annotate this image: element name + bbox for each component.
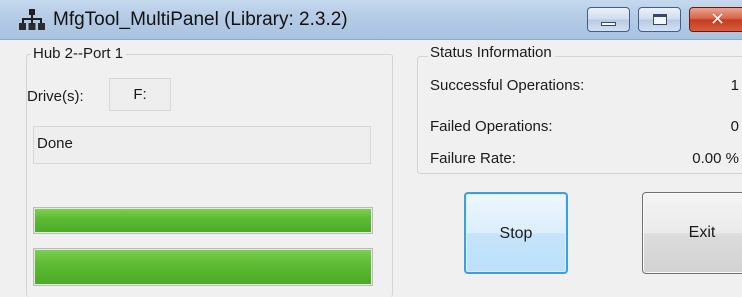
drive-label: Drive(s): bbox=[27, 88, 84, 105]
drive-value: F: bbox=[109, 78, 171, 111]
failure-rate-value: 0.00 % bbox=[692, 150, 739, 167]
maximize-button[interactable] bbox=[638, 7, 681, 32]
close-button[interactable]: ✕ bbox=[689, 7, 742, 32]
network-hub-icon bbox=[19, 9, 45, 30]
hub-port-title: Hub 2--Port 1 bbox=[31, 45, 127, 63]
maximize-icon bbox=[653, 14, 667, 25]
failed-operations-value: 0 bbox=[730, 118, 739, 135]
close-icon: ✕ bbox=[710, 9, 726, 29]
successful-operations-value: 1 bbox=[730, 77, 739, 94]
minimize-button[interactable] bbox=[587, 7, 630, 32]
overall-progress-bar bbox=[33, 248, 373, 286]
operation-progress-fill bbox=[35, 209, 371, 232]
window-title: MfgTool_MultiPanel (Library: 2.3.2) bbox=[53, 9, 348, 30]
operation-progress-bar bbox=[33, 207, 373, 234]
minimize-icon bbox=[601, 22, 616, 26]
status-information-title: Status Information bbox=[428, 44, 555, 62]
status-text: Done bbox=[33, 126, 371, 164]
stop-button[interactable]: Stop bbox=[464, 192, 568, 274]
failure-rate-label: Failure Rate: bbox=[430, 150, 516, 167]
successful-operations-label: Successful Operations: bbox=[430, 77, 585, 94]
client-area: Hub 2--Port 1 Drive(s): F: Done Status I… bbox=[0, 40, 742, 297]
failed-operations-label: Failed Operations: bbox=[430, 118, 553, 135]
exit-button[interactable]: Exit bbox=[642, 192, 742, 274]
title-bar[interactable]: MfgTool_MultiPanel (Library: 2.3.2) ✕ bbox=[0, 0, 742, 40]
overall-progress-fill bbox=[35, 250, 371, 284]
